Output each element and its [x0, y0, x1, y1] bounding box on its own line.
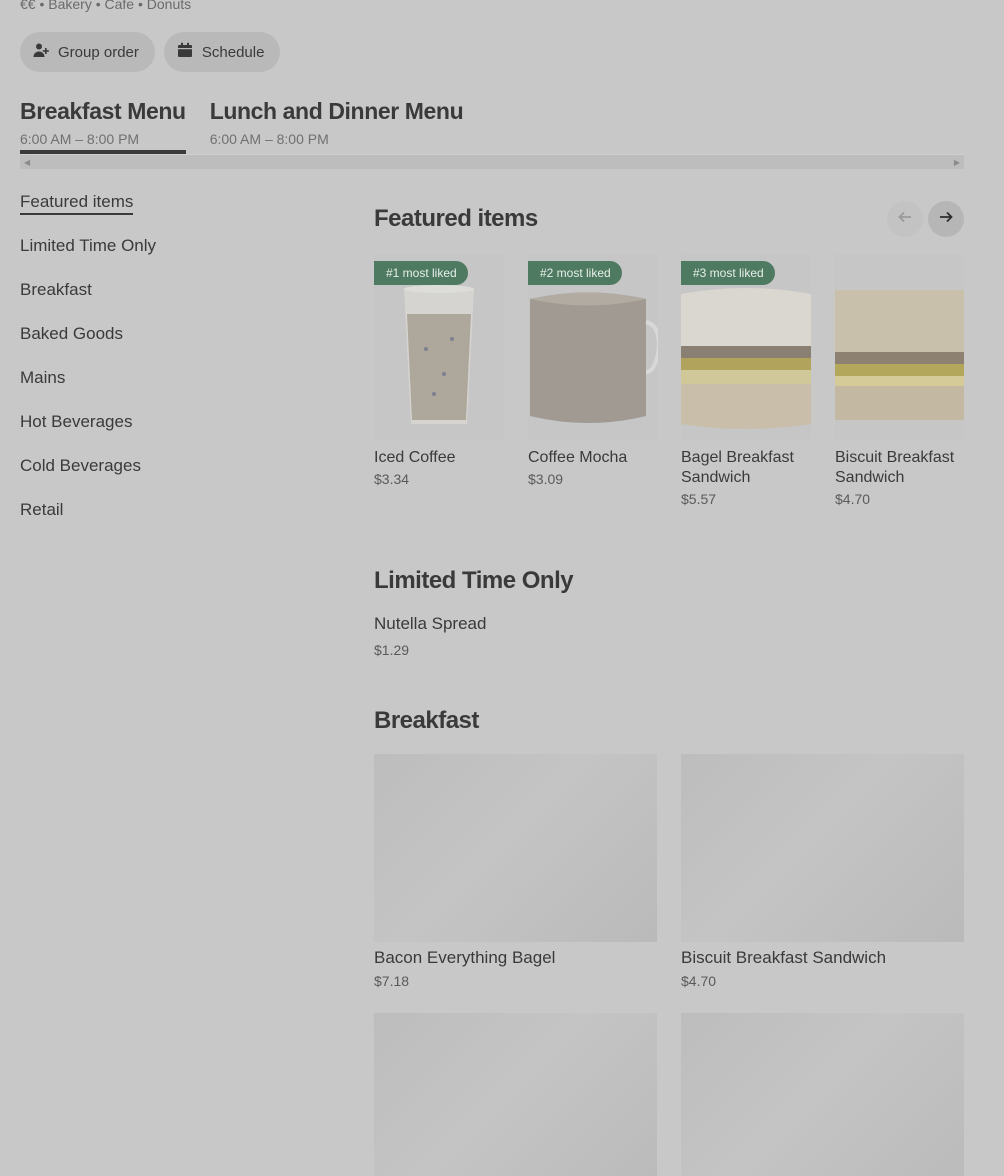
item-name: Biscuit Breakfast Sandwich [835, 449, 955, 486]
store-meta: €€ • Bakery • Cafe • Donuts [20, 0, 192, 12]
group-order-button[interactable]: Group order [20, 32, 155, 72]
item-name: Coffee Mocha [528, 449, 628, 466]
item-name: Biscuit Breakfast Sandwich [681, 948, 887, 967]
nav-item-baked-goods[interactable]: Baked Goods [20, 322, 320, 366]
rank-badge: #3 most liked [681, 261, 775, 285]
scroll-right-icon[interactable]: ▶ [954, 158, 960, 167]
menu-item-card[interactable] [374, 1013, 657, 1176]
menu-tab-hours: 6:00 AM – 8:00 PM [209, 131, 329, 147]
biscuit-sandwich-illustration [835, 254, 964, 440]
item-image-placeholder [374, 754, 657, 942]
item-image: #1 most liked [374, 254, 504, 440]
tab-lunch-dinner-menu[interactable]: Lunch and Dinner Menu 6:00 AM – 8:00 PM [210, 98, 464, 155]
item-price: $4.70 [681, 973, 717, 989]
item-price: $3.09 [528, 471, 564, 487]
item-price: $4.70 [835, 491, 871, 507]
item-image-placeholder [374, 1013, 657, 1176]
schedule-button[interactable]: Schedule [163, 32, 281, 72]
add-person-icon [33, 42, 49, 62]
tab-breakfast-menu[interactable]: Breakfast Menu 6:00 AM – 8:00 PM [20, 98, 186, 155]
item-name: Bacon Everything Bagel [374, 948, 556, 967]
item-price: $1.29 [374, 642, 410, 658]
menu-item-bacon-everything-bagel[interactable]: Bacon Everything Bagel $7.18 [374, 754, 657, 989]
nav-item-mains[interactable]: Mains [20, 366, 320, 410]
menu-item-biscuit-breakfast-sandwich[interactable]: Biscuit Breakfast Sandwich $4.70 [681, 754, 964, 989]
nav-item-featured-items[interactable]: Featured items [20, 190, 320, 234]
item-image-placeholder [681, 1013, 964, 1176]
featured-card-bagel-breakfast-sandwich[interactable]: #3 most liked Bagel Breakfast Sandwich $… [681, 254, 811, 507]
group-order-label: Group order [58, 43, 139, 61]
horizontal-scrollbar[interactable]: ◀ ▶ [20, 154, 964, 169]
featured-card-biscuit-breakfast-sandwich[interactable]: Biscuit Breakfast Sandwich $4.70 [835, 254, 964, 507]
nav-item-hot-beverages[interactable]: Hot Beverages [20, 410, 320, 454]
nav-item-cold-beverages[interactable]: Cold Beverages [20, 454, 320, 498]
featured-card-iced-coffee[interactable]: #1 most liked Iced Coffee $3.34 [374, 254, 504, 487]
category-nav: Featured items Limited Time Only Breakfa… [20, 190, 320, 542]
item-image: #3 most liked [681, 254, 811, 440]
item-name: Bagel Breakfast Sandwich [681, 449, 794, 486]
arrow-right-icon [938, 209, 954, 230]
featured-card-coffee-mocha[interactable]: #2 most liked Coffee Mocha $3.09 [528, 254, 658, 487]
calendar-icon [177, 42, 193, 62]
item-price: $7.18 [374, 973, 410, 989]
nav-item-limited-time-only[interactable]: Limited Time Only [20, 234, 320, 278]
item-name: Nutella Spread [374, 614, 487, 633]
item-price: $5.57 [681, 491, 717, 507]
menu-tab-title: Breakfast Menu [20, 98, 186, 124]
item-image: #2 most liked [528, 254, 658, 440]
item-image-placeholder [681, 754, 964, 942]
menu-tab-hours: 6:00 AM – 8:00 PM [20, 131, 140, 147]
item-name: Iced Coffee [374, 449, 456, 466]
menu-tab-title: Lunch and Dinner Menu [209, 98, 464, 124]
arrow-left-icon [897, 209, 913, 230]
limited-section-title: Limited Time Only [374, 567, 574, 594]
item-image [835, 254, 964, 440]
schedule-label: Schedule [201, 43, 265, 61]
featured-section-title: Featured items [374, 205, 538, 232]
nav-item-breakfast[interactable]: Breakfast [20, 278, 320, 322]
menu-item-card[interactable] [681, 1013, 964, 1176]
carousel-next-button[interactable] [928, 201, 964, 237]
breakfast-section-title: Breakfast [374, 707, 479, 734]
scroll-left-icon[interactable]: ◀ [24, 158, 30, 167]
carousel-prev-button[interactable] [887, 201, 923, 237]
menu-item-nutella-spread[interactable]: Nutella Spread $1.29 [374, 614, 486, 658]
rank-badge: #2 most liked [528, 261, 622, 285]
rank-badge: #1 most liked [374, 261, 468, 285]
menu-tabs: Breakfast Menu 6:00 AM – 8:00 PM Lunch a… [20, 98, 464, 155]
nav-item-retail[interactable]: Retail [20, 498, 320, 542]
featured-carousel: #1 most liked Iced Coffee $3.34 #2 most … [374, 254, 964, 514]
item-price: $3.34 [374, 471, 410, 487]
action-row: Group order Schedule [20, 32, 281, 72]
